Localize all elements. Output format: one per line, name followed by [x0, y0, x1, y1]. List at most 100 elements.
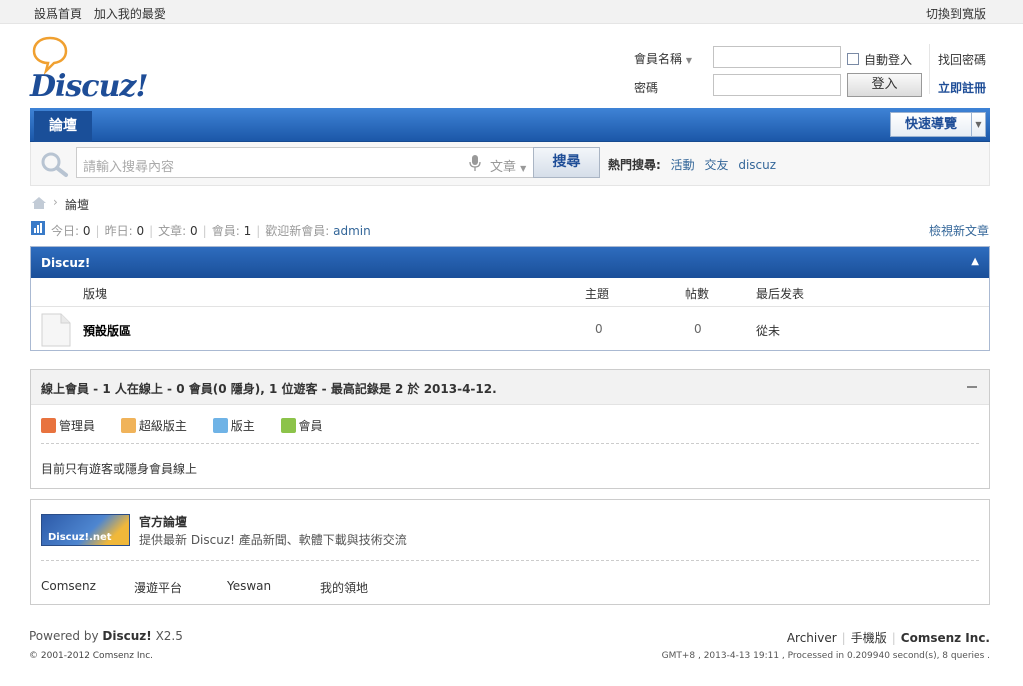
quick-nav-button[interactable]: 快速導覽 ▼ [890, 112, 986, 137]
stat-yesterday-value: 0 [136, 224, 145, 238]
legend-item: 版主 [212, 417, 255, 434]
top-bar: 設爲首頁 加入我的最愛 切換到寬版 [0, 0, 1023, 24]
category-header: Discuz! ▲ [31, 247, 989, 278]
divider [41, 560, 979, 561]
column-last-post: 最后发表 [756, 287, 805, 301]
copyright: © 2001-2012 Comsenz Inc. [29, 651, 154, 661]
legend-item: 管理員 [41, 417, 95, 434]
chevron-down-icon: ▼ [685, 56, 692, 65]
home-icon[interactable] [31, 196, 47, 210]
hot-search: 熱門搜尋: 活動 交友 discuz [608, 156, 782, 173]
register-link[interactable]: 立即註冊 [938, 79, 986, 96]
stat-yesterday-label: 昨日: [104, 224, 133, 238]
search-type-select[interactable]: 文章 ▼ [490, 156, 526, 175]
table-row: 預設版區 0 0 從未 [31, 308, 989, 350]
view-new-posts-link[interactable]: 檢視新文章 [929, 222, 989, 239]
main-nav: 論壇 快速導覽 ▼ [30, 108, 990, 142]
online-members-panel: 線上會員 - 1 人在線上 - 0 會員(0 隱身), 1 位遊客 - 最高記錄… [30, 369, 990, 489]
password-label: 密碼 [634, 81, 659, 95]
microphone-icon[interactable] [469, 155, 481, 171]
column-board: 版塊 [83, 287, 108, 301]
friend-link[interactable]: Comsenz [41, 579, 96, 593]
column-threads: 主題 [585, 287, 610, 301]
search-bar: 請輸入搜尋內容 文章 ▼ 搜尋 熱門搜尋: 活動 交友 discuz [30, 142, 990, 186]
chevron-down-icon: ▼ [971, 113, 985, 136]
search-icon [41, 152, 68, 177]
category-title[interactable]: Discuz! [41, 256, 90, 270]
collapse-icon[interactable]: ▲ [971, 256, 979, 267]
forum-document-icon [41, 313, 71, 347]
hot-search-link[interactable]: 交友 [704, 158, 728, 172]
member-legend: 管理員 超級版主 版主 會員 [41, 417, 345, 434]
search-button[interactable]: 搜尋 [533, 147, 600, 178]
quick-nav-label: 快速導覽 [905, 117, 958, 132]
stat-posts-label: 文章: [158, 224, 187, 238]
newest-member-link[interactable]: admin [333, 224, 371, 238]
divider [929, 44, 930, 94]
discuz-net-badge[interactable]: Discuz!.net [41, 514, 130, 546]
legend-item: 超級版主 [120, 417, 187, 434]
forum-last-post: 從未 [756, 324, 781, 338]
friend-link[interactable]: 我的領地 [320, 579, 368, 596]
logo-wordmark: Discuz! [30, 69, 149, 104]
stat-today-value: 0 [82, 224, 91, 238]
forum-category: Discuz! ▲ 版塊 主題 帖數 最后发表 預設版區 0 0 從未 [30, 246, 990, 351]
online-title: 線上會員 - 1 人在線上 - 0 會員(0 隱身), 1 位遊客 - 最高記錄… [41, 382, 497, 396]
admin-icon [41, 418, 56, 433]
chevron-right-icon: › [53, 195, 58, 209]
member-icon [280, 418, 296, 433]
breadcrumb-current[interactable]: 論壇 [65, 196, 89, 213]
hot-search-link[interactable]: discuz [738, 158, 776, 172]
powered-brand-link[interactable]: Discuz! [102, 629, 151, 643]
stat-members-label: 會員: [211, 224, 240, 238]
set-homepage-link[interactable]: 設爲首頁 [34, 7, 82, 21]
company-link[interactable]: Comsenz Inc. [901, 631, 990, 645]
stat-today-label: 今日: [51, 224, 80, 238]
mobile-link[interactable]: 手機版 [851, 631, 887, 645]
version: X2.5 [155, 629, 183, 643]
online-message: 目前只有遊客或隱身會員線上 [41, 462, 198, 476]
tab-forum[interactable]: 論壇 [34, 111, 92, 142]
table-header: 版塊 主題 帖數 最后发表 [31, 278, 989, 307]
powered-prefix: Powered by [29, 629, 99, 643]
auto-login-checkbox[interactable] [847, 53, 859, 65]
friend-link[interactable]: 漫遊平台 [134, 579, 182, 596]
hot-search-link[interactable]: 活動 [671, 158, 695, 172]
super-moderator-icon [120, 418, 136, 433]
search-input[interactable]: 請輸入搜尋內容 文章 ▼ [76, 147, 534, 178]
forgot-password-link[interactable]: 找回密碼 [938, 51, 986, 68]
forum-posts-count: 0 [694, 322, 702, 336]
switch-width-link[interactable]: 切換到寬版 [926, 5, 986, 22]
badge-label: Discuz!.net [48, 532, 112, 543]
footer-links: Archiver | 手機版 | Comsenz Inc. [786, 631, 990, 645]
legend-item: 會員 [280, 417, 323, 434]
divider [41, 443, 979, 444]
stat-posts-value: 0 [190, 224, 198, 238]
column-posts: 帖數 [685, 287, 710, 301]
hot-search-label: 熱門搜尋: [608, 158, 661, 172]
official-forum-link[interactable]: 官方論壇 [139, 513, 187, 530]
site-logo[interactable]: Discuz! [30, 35, 160, 104]
add-favorite-link[interactable]: 加入我的最愛 [94, 7, 166, 21]
search-placeholder: 請輸入搜尋內容 [83, 160, 175, 175]
stat-welcome-label: 歡迎新會員: [265, 224, 330, 238]
moderator-icon [212, 418, 228, 433]
friend-links-panel: Discuz!.net 官方論壇 提供最新 Discuz! 產品新聞、軟體下載與… [30, 499, 990, 605]
online-header: 線上會員 - 1 人在線上 - 0 會員(0 隱身), 1 位遊客 - 最高記錄… [31, 370, 989, 405]
official-forum-desc: 提供最新 Discuz! 產品新聞、軟體下載與技術交流 [139, 533, 407, 547]
stat-members-value: 1 [243, 224, 252, 238]
stats-chart-icon [31, 221, 45, 235]
footer-stats: GMT+8 , 2013-4-13 19:11 , Processed in 0… [661, 651, 990, 661]
auto-login-label: 自動登入 [864, 53, 913, 67]
forum-name-link[interactable]: 預設版區 [83, 322, 131, 339]
username-input[interactable] [713, 46, 841, 68]
forum-threads-count: 0 [595, 322, 603, 336]
archiver-link[interactable]: Archiver [787, 631, 837, 645]
chevron-down-icon: ▼ [520, 164, 527, 173]
username-label[interactable]: 會員名稱 ▼ [634, 50, 692, 67]
powered-by: Powered by Discuz! X2.5 [29, 629, 183, 643]
minimize-icon[interactable] [967, 386, 977, 388]
friend-link[interactable]: Yeswan [227, 579, 271, 593]
password-input[interactable] [713, 74, 841, 96]
login-button[interactable]: 登入 [847, 73, 922, 97]
